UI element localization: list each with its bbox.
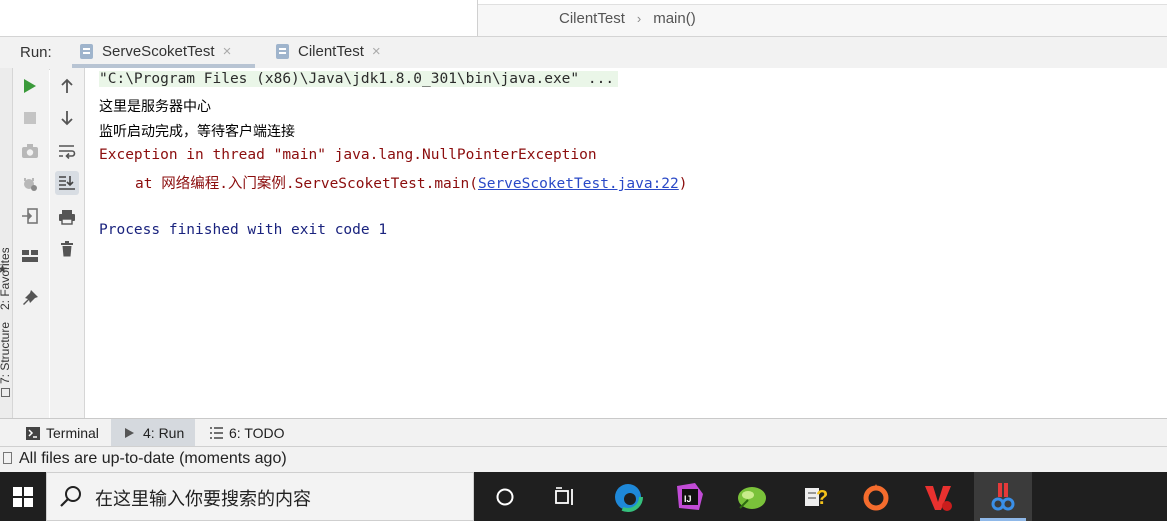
- v2-app-icon: [925, 485, 952, 511]
- arrow-up-icon: [61, 78, 73, 93]
- favorites-tool-button[interactable]: 2: Favorites: [0, 248, 12, 310]
- leaf-app-icon: [738, 486, 766, 509]
- snipping-tool-icon: [991, 482, 1015, 510]
- chevron-right-icon: ›: [636, 11, 642, 26]
- star-icon: ★: [0, 262, 8, 276]
- up-stack-button[interactable]: [55, 74, 79, 98]
- source-link[interactable]: ServeScoketTest.java:22: [478, 176, 679, 192]
- scroll-to-end-button[interactable]: [55, 171, 79, 195]
- login-icon: [22, 208, 38, 224]
- down-stack-button[interactable]: [55, 106, 79, 130]
- stacktrace-text: at 网络编程.入门案例.ServeScoketTest.main(: [135, 176, 478, 192]
- breadcrumb-item-method[interactable]: main(): [653, 10, 696, 27]
- tool-tab-label: 6: TODO: [229, 425, 285, 441]
- taskbar-app-intellij[interactable]: IJ: [666, 472, 714, 521]
- cortana-icon: [496, 488, 514, 505]
- soft-wrap-button[interactable]: [55, 139, 79, 163]
- print-button[interactable]: [55, 205, 79, 229]
- trash-icon: [61, 241, 73, 257]
- arrow-down-icon: [61, 111, 73, 126]
- editor-left-pane: [0, 0, 478, 36]
- console-line-command: "C:\Program Files (x86)\Java\jdk1.8.0_30…: [99, 71, 619, 87]
- pin-icon: [23, 290, 38, 305]
- clear-all-button[interactable]: [55, 237, 79, 261]
- taskbar-app-vpn[interactable]: [914, 472, 962, 521]
- svg-text:IJ: IJ: [684, 494, 692, 504]
- taskbar-app-edge[interactable]: [604, 472, 652, 521]
- tab-servescokettest[interactable]: ServeScoketTest ×: [80, 36, 231, 66]
- close-icon[interactable]: ×: [372, 43, 381, 60]
- taskbar-app-iqiyi[interactable]: [728, 472, 776, 521]
- console-line-exception: Exception in thread "main" java.lang.Nul…: [99, 147, 597, 163]
- structure-tool-button[interactable]: 7: Structure: [0, 308, 12, 384]
- rerun-button[interactable]: [18, 74, 42, 98]
- taskbar-app-help[interactable]: ?: [792, 472, 840, 521]
- console-line-stacktrace: at 网络编程.入门案例.ServeScoketTest.main(ServeS…: [135, 172, 688, 193]
- camera-icon: [22, 144, 38, 158]
- svg-text:?: ?: [816, 487, 828, 509]
- status-panel-icon[interactable]: [3, 452, 12, 464]
- tool-tab-label: 4: Run: [143, 425, 185, 441]
- close-icon[interactable]: ×: [223, 43, 232, 60]
- run-toolbar-secondary: [50, 68, 85, 418]
- tool-tab-terminal[interactable]: Terminal: [26, 422, 99, 444]
- taskbar-app-origin[interactable]: [852, 472, 900, 521]
- breadcrumb: CilentTest › main(): [559, 10, 696, 27]
- bug-settings-icon: [24, 178, 37, 191]
- tab-label: CilentTest: [298, 42, 364, 60]
- search-icon: [60, 486, 81, 507]
- intellij-icon: IJ: [677, 482, 703, 510]
- pin-tab-button[interactable]: [18, 286, 42, 310]
- task-view-button[interactable]: [481, 472, 529, 521]
- tool-tab-run[interactable]: 4: Run: [124, 422, 184, 444]
- taskbar-app-snipping[interactable]: [974, 472, 1032, 521]
- tool-tab-todo[interactable]: 6: TODO: [210, 422, 285, 444]
- printer-icon: [59, 210, 75, 225]
- run-label: Run:: [20, 44, 52, 61]
- terminal-icon: [26, 426, 40, 440]
- search-placeholder: 在这里输入你要搜索的内容: [95, 489, 311, 509]
- structure-label: 7: Structure: [0, 321, 12, 384]
- structure-icon: [1, 388, 10, 397]
- settings-button[interactable]: [18, 172, 42, 196]
- restore-layout-button[interactable]: [18, 204, 42, 228]
- layout-icon: [22, 250, 38, 262]
- dump-threads-button[interactable]: [18, 139, 42, 163]
- console-line-output: 这里是服务器中心: [99, 99, 211, 115]
- start-button[interactable]: [0, 472, 46, 521]
- run-toolbar-primary: [13, 68, 49, 418]
- scroll-end-icon: [59, 176, 75, 190]
- list-icon: [210, 427, 223, 439]
- tool-tab-label: Terminal: [46, 425, 99, 441]
- help-document-icon: ?: [805, 487, 828, 509]
- play-icon: [24, 79, 36, 93]
- tab-cilenttest[interactable]: CilentTest ×: [276, 36, 381, 66]
- layout-button[interactable]: [18, 244, 42, 268]
- favorites-label: 2: Favorites: [0, 248, 12, 310]
- task-view-icon: [555, 486, 573, 505]
- origin-icon: [863, 483, 889, 510]
- edge-icon: [613, 481, 643, 512]
- console-line-exit: Process finished with exit code 1: [99, 222, 388, 238]
- breadcrumb-item-class[interactable]: CilentTest: [559, 10, 625, 27]
- run-config-icon: [276, 43, 289, 59]
- tab-label: ServeScoketTest: [102, 42, 215, 60]
- stacktrace-close: ): [678, 176, 688, 192]
- task-view-toggle[interactable]: [541, 472, 589, 521]
- wrap-icon: [59, 145, 76, 159]
- status-text: All files are up-to-date (moments ago): [19, 450, 287, 467]
- stop-icon: [24, 112, 36, 124]
- console-line-output: 监听启动完成，等待客户端连接: [99, 124, 295, 140]
- stop-button[interactable]: [18, 106, 42, 130]
- run-config-icon: [80, 43, 93, 59]
- windows-logo-icon: [13, 486, 33, 507]
- play-icon: [125, 428, 134, 438]
